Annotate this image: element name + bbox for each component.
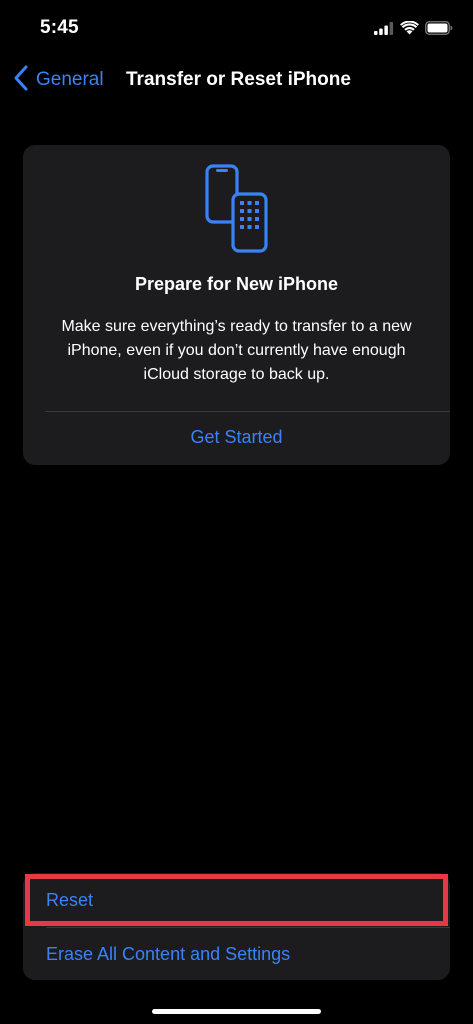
back-button[interactable]: General [12, 65, 104, 96]
battery-icon [425, 21, 453, 35]
home-indicator [152, 1009, 321, 1014]
status-time: 5:45 [40, 17, 79, 38]
wifi-icon [400, 21, 419, 35]
navigation-bar: General Transfer or Reset iPhone [0, 56, 473, 104]
erase-all-content-label: Erase All Content and Settings [46, 944, 291, 964]
card-divider [45, 411, 450, 412]
erase-all-content-row[interactable]: Erase All Content and Settings [23, 928, 450, 980]
status-icons [374, 19, 453, 37]
status-bar: 5:45 [0, 0, 473, 56]
back-button-label: General [36, 69, 104, 90]
page-title: Transfer or Reset iPhone [126, 69, 351, 90]
get-started-button[interactable]: Get Started [23, 427, 450, 448]
cellular-signal-icon [374, 21, 394, 35]
chevron-left-icon [12, 65, 36, 96]
reset-options-group: Reset Erase All Content and Settings [23, 873, 450, 980]
prepare-new-iphone-card: Prepare for New iPhone Make sure everyth… [23, 145, 450, 465]
card-title: Prepare for New iPhone [134, 274, 339, 294]
reset-label: Reset [46, 890, 94, 910]
reset-row[interactable]: Reset [23, 873, 450, 927]
card-description: Make sure everything’s ready to transfer… [61, 318, 412, 383]
